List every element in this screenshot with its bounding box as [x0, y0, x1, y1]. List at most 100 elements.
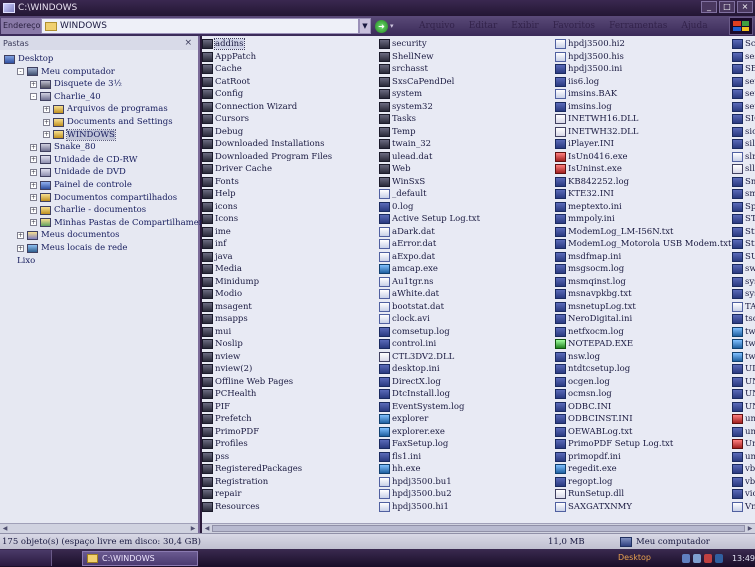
file-item[interactable]: imsins.BAK [555, 88, 731, 101]
file-item[interactable]: set [732, 101, 755, 114]
file-item[interactable]: sw [732, 263, 755, 276]
file-item[interactable]: hpdj3500.bu1 [379, 476, 480, 489]
file-item[interactable]: aDark.dat [379, 226, 480, 239]
file-item[interactable]: msmqinst.log [555, 276, 731, 289]
file-item[interactable]: KB842252.log [555, 176, 731, 189]
file-item[interactable]: bootstat.dat [379, 301, 480, 314]
file-item[interactable]: system [379, 88, 480, 101]
expand-icon[interactable]: + [43, 131, 50, 139]
file-item[interactable]: msdfmap.ini [555, 251, 731, 264]
file-item[interactable]: SE [732, 63, 755, 76]
file-item[interactable]: sic [732, 126, 755, 139]
file-item[interactable]: Cache [202, 63, 332, 76]
tray-app-icon[interactable] [714, 553, 723, 563]
file-item[interactable]: comsetup.log [379, 326, 480, 339]
file-item[interactable]: WinSxS [379, 176, 480, 189]
file-item[interactable]: Vn [732, 501, 755, 514]
scroll-left-icon[interactable]: ◀ [202, 524, 212, 533]
tree-item[interactable]: - Meu computador [17, 66, 115, 78]
file-item[interactable]: ShellNew [379, 51, 480, 64]
file-item[interactable]: FaxSetup.log [379, 438, 480, 451]
expand-icon[interactable]: + [30, 168, 37, 176]
file-item[interactable]: Resources [202, 501, 332, 514]
file-item[interactable]: Sci [732, 38, 755, 51]
expand-icon[interactable]: + [43, 118, 50, 126]
go-button[interactable]: ➜ ▾ [375, 18, 401, 34]
file-item[interactable]: INETWH32.DLL [555, 126, 731, 139]
file-item[interactable]: Sti [732, 238, 755, 251]
file-item[interactable]: msapps [202, 313, 332, 326]
file-item[interactable]: PrimoPDF [202, 426, 332, 439]
tree-item[interactable]: + WINDOWS [43, 128, 116, 141]
file-item[interactable]: system32 [379, 101, 480, 114]
address-field[interactable]: WINDOWS [41, 18, 359, 34]
file-item[interactable]: icons [202, 201, 332, 214]
file-item[interactable]: Fonts [202, 176, 332, 189]
file-item[interactable]: sys [732, 288, 755, 301]
file-item[interactable]: EventSystem.log [379, 401, 480, 414]
tree-item[interactable]: + Painel de controle [30, 179, 132, 191]
close-button[interactable]: × [737, 1, 753, 13]
file-item[interactable]: aError.dat [379, 238, 480, 251]
file-item[interactable]: repair [202, 488, 332, 501]
file-item[interactable]: iis6.log [555, 76, 731, 89]
file-item[interactable]: Debug [202, 126, 332, 139]
tree-item[interactable]: + Documentos compartilhados [30, 192, 177, 204]
menu-item-editar[interactable]: Editar [469, 21, 498, 31]
file-item[interactable]: fls1.ini [379, 451, 480, 464]
file-item[interactable]: PrimoPDF Setup Log.txt [555, 438, 731, 451]
file-item[interactable]: nview [202, 351, 332, 364]
file-item[interactable]: Tasks [379, 113, 480, 126]
tree-item[interactable]: + Charlie - documentos [30, 204, 146, 216]
address-value[interactable]: WINDOWS [60, 21, 107, 31]
file-item[interactable]: nsw.log [555, 351, 731, 364]
menu-item-ferramentas[interactable]: Ferramentas [609, 21, 667, 31]
file-item[interactable]: un [732, 451, 755, 464]
file-item[interactable]: addins [202, 38, 332, 51]
expand-icon[interactable]: + [17, 244, 24, 252]
file-item[interactable]: vic [732, 488, 755, 501]
file-item[interactable]: SU [732, 251, 755, 264]
file-item[interactable]: desktop.ini [379, 363, 480, 376]
tree-item[interactable]: + Documents and Settings [43, 116, 173, 128]
file-item[interactable]: Modio [202, 288, 332, 301]
desktop-toolbar-button[interactable]: Desktop [618, 553, 651, 562]
tree-item[interactable]: + Minhas Pastas de Compartilhamento [30, 217, 213, 229]
file-item[interactable]: RunSetup.dll [555, 488, 731, 501]
file-item[interactable]: security [379, 38, 480, 51]
file-item[interactable]: slr [732, 151, 755, 164]
quick-launch[interactable] [52, 550, 82, 566]
file-item[interactable]: RegisteredPackages [202, 463, 332, 476]
file-item[interactable]: imsins.log [555, 101, 731, 114]
file-item[interactable]: ODBCINST.INI [555, 413, 731, 426]
file-item[interactable]: CTL3DV2.DLL [379, 351, 480, 364]
file-item[interactable]: Help [202, 188, 332, 201]
file-item[interactable]: Config [202, 88, 332, 101]
file-item[interactable]: Web [379, 163, 480, 176]
file-item[interactable]: UL [732, 363, 755, 376]
file-item[interactable]: TA [732, 301, 755, 314]
file-item[interactable]: ODBC.INI [555, 401, 731, 414]
tray-antivirus-icon[interactable] [703, 553, 712, 563]
file-item[interactable]: sile [732, 138, 755, 151]
file-item[interactable]: Profiles [202, 438, 332, 451]
file-item[interactable]: un [732, 413, 755, 426]
close-pane-button[interactable]: × [184, 38, 192, 48]
file-item[interactable]: vb [732, 463, 755, 476]
file-item[interactable]: set [732, 88, 755, 101]
file-item[interactable]: ime [202, 226, 332, 239]
file-item[interactable]: SAXGATXNMY [555, 501, 731, 514]
file-item[interactable]: primopdf.ini [555, 451, 731, 464]
file-item[interactable]: hpdj3500.hi2 [555, 38, 731, 51]
collapse-icon[interactable]: - [30, 93, 37, 101]
file-item[interactable]: Sm [732, 176, 755, 189]
tree-item[interactable]: + Snake_80 [30, 141, 96, 153]
file-item[interactable]: sllc [732, 163, 755, 176]
file-item[interactable]: Un [732, 438, 755, 451]
menu-item-exibir[interactable]: Exibir [511, 21, 538, 31]
file-item[interactable]: msnetupLog.txt [555, 301, 731, 314]
expand-icon[interactable]: + [30, 80, 37, 88]
file-item[interactable]: ulead.dat [379, 151, 480, 164]
file-item[interactable]: explorer.exe [379, 426, 480, 439]
file-item[interactable]: INETWH16.DLL [555, 113, 731, 126]
